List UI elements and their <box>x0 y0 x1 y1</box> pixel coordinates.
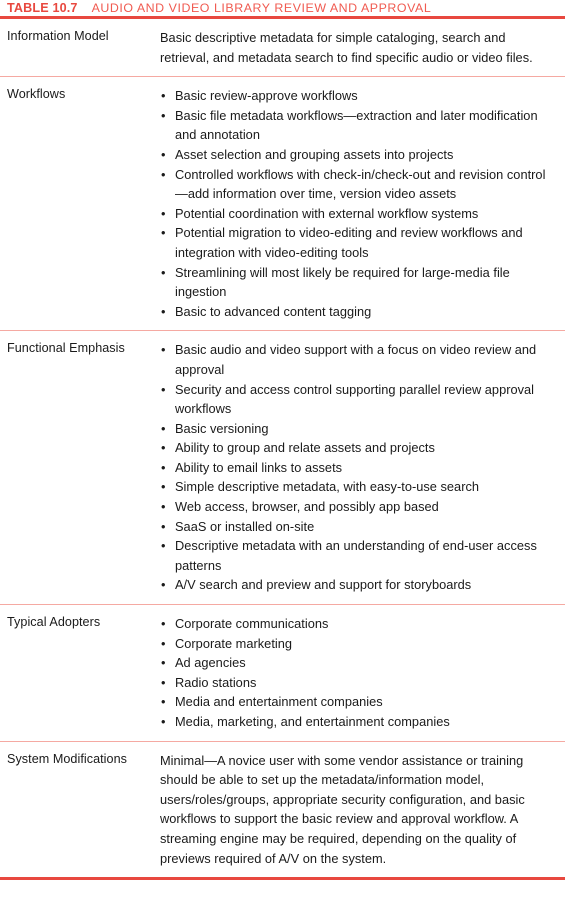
bullet-item: • Ability to email links to assets <box>160 458 557 478</box>
row-content: Minimal—A novice user with some vendor a… <box>160 751 565 869</box>
bullet-text: Descriptive metadata with an understandi… <box>175 538 537 573</box>
bullet-item: • Corporate marketing <box>160 634 557 654</box>
bullet-text: Web access, browser, and possibly app ba… <box>175 499 439 515</box>
bullet-text: SaaS or installed on-site <box>175 518 315 534</box>
bullet-item: • Streamlining will most likely be requir… <box>160 263 557 302</box>
bullet-text: Radio stations <box>175 674 257 690</box>
bullet-item: • Simple descriptive metadata, with easy-… <box>160 477 557 497</box>
bullet-list: • Corporate communications • Corporate mark… <box>160 614 557 732</box>
bullet-text: Simple descriptive metadata, with easy-t… <box>175 479 480 495</box>
bullet-text: Basic to advanced content tagging <box>175 303 372 319</box>
table-container: TABLE 10.7 AUDIO AND VIDEO LIBRARY REVIE… <box>0 0 565 881</box>
bullet-icon: • <box>161 655 166 671</box>
bullet-icon: • <box>161 694 166 710</box>
bullet-icon: • <box>161 538 166 554</box>
row-label: System Modifications <box>7 751 127 766</box>
bullet-item: • Security and access control supporting … <box>160 380 557 419</box>
bullet-icon: • <box>161 499 166 515</box>
bullet-text: Basic file metadata workflows—extraction… <box>175 107 538 143</box>
bullet-item: • Ability to group and relate assets and … <box>160 438 557 458</box>
bullet-item: • Corporate communications <box>160 614 557 634</box>
bullet-text: Basic review-approve workflows <box>175 88 358 104</box>
bullet-list: • Basic review-approve workflows • Basic fi… <box>160 86 557 321</box>
bullet-item: • Basic versioning <box>160 419 557 439</box>
bullet-icon: • <box>161 342 166 358</box>
row-content: • Basic review-approve workflows • Basic fi… <box>160 86 565 321</box>
bullet-icon: • <box>161 205 166 221</box>
bullet-item: • Basic file metadata workflows—extractio… <box>160 106 557 145</box>
bullet-icon: • <box>161 88 166 104</box>
table-number: TABLE 10.7 <box>7 1 78 15</box>
row-label: Typical Adopters <box>7 615 101 630</box>
bullet-text: A/V search and preview and support for s… <box>175 577 472 593</box>
bullet-item: • Potential migration to video-editing an… <box>160 223 557 262</box>
table-row: Functional Emphasis • Basic audio and vide… <box>0 331 565 604</box>
bullet-icon: • <box>161 518 166 534</box>
row-content: Basic descriptive metadata for simple ca… <box>160 28 565 67</box>
bullet-item: • Basic audio and video support with a fo… <box>160 340 557 379</box>
table-row: Typical Adopters • Corporate communication… <box>0 605 565 741</box>
row-label: Functional Emphasis <box>7 341 125 356</box>
bullet-icon: • <box>161 635 166 651</box>
bullet-text: Ability to email links to assets <box>175 459 343 475</box>
table-body: Information Model Basic descriptive metad… <box>0 19 565 877</box>
bullet-text: Ad agencies <box>175 655 246 671</box>
bullet-item: • Media and entertainment companies <box>160 692 557 712</box>
bullet-icon: • <box>161 166 166 182</box>
bullet-item: • Basic review-approve workflows <box>160 86 557 106</box>
bullet-item: • SaaS or installed on-site <box>160 517 557 537</box>
bullet-icon: • <box>161 381 166 397</box>
bullet-text: Security and access control supporting p… <box>175 381 535 417</box>
bullet-icon: • <box>161 714 166 729</box>
bullet-item: • Basic to advanced content tagging <box>160 302 557 322</box>
bullet-text: Streamlining will most likely be require… <box>175 264 510 300</box>
row-content: • Corporate communications • Corporate mark… <box>160 614 565 732</box>
bullet-item: • Media, marketing, and entertainment com… <box>160 712 557 732</box>
bullet-icon: • <box>161 616 166 632</box>
bullet-icon: • <box>161 303 166 319</box>
row-content: • Basic audio and video support with a fo… <box>160 340 565 595</box>
bullet-item: • Asset selection and grouping assets int… <box>160 145 557 165</box>
bullet-icon: • <box>161 577 166 593</box>
bullet-icon: • <box>161 420 166 436</box>
bullet-text: Potential coordination with external wor… <box>175 205 479 221</box>
table-row: Workflows • Basic review-approve workflows… <box>0 77 565 330</box>
bullet-item: • Potential coordination with external wo… <box>160 204 557 224</box>
bullet-icon: • <box>161 225 166 241</box>
bullet-text: Ability to group and relate assets and p… <box>175 440 435 456</box>
bullet-item: • Ad agencies <box>160 653 557 673</box>
bullet-text: Potential migration to video-editing and… <box>175 225 523 260</box>
bullet-text: Asset selection and grouping assets into… <box>175 146 454 162</box>
table-caption: AUDIO AND VIDEO LIBRARY REVIEW AND APPRO… <box>91 1 432 15</box>
row-paragraph: Basic descriptive metadata for simple ca… <box>160 30 533 65</box>
bullet-icon: • <box>161 107 166 123</box>
bullet-item: • Descriptive metadata with an understand… <box>160 536 557 575</box>
bullet-item: • Controlled workflows with check-in/chec… <box>160 165 557 204</box>
bullet-text: Basic audio and video support with a foc… <box>175 342 537 377</box>
table-row: Information Model Basic descriptive metad… <box>0 19 565 76</box>
bullet-text: Corporate communications <box>175 616 329 632</box>
bullet-item: • Web access, browser, and possibly app b… <box>160 497 557 517</box>
bullet-icon: • <box>161 264 166 280</box>
bullet-text: Controlled workflows with check-in/check… <box>175 166 546 202</box>
bullet-icon: • <box>161 674 166 690</box>
table-bottom-rule <box>0 877 565 881</box>
bullet-text: Media and entertainment companies <box>175 694 383 710</box>
row-label: Workflows <box>7 87 66 102</box>
row-label: Information Model <box>7 29 109 43</box>
bullet-item: • A/V search and preview and support for … <box>160 575 557 595</box>
bullet-item: • Radio stations <box>160 673 557 693</box>
bullet-icon: • <box>161 146 166 162</box>
bullet-icon: • <box>161 459 166 475</box>
table-row: System Modifications Minimal—A novice use… <box>0 742 565 878</box>
bullet-icon: • <box>161 440 166 456</box>
table-title: TABLE 10.7 AUDIO AND VIDEO LIBRARY REVIE… <box>0 0 565 16</box>
bullet-text: Corporate marketing <box>175 635 293 651</box>
bullet-text: Media, marketing, and entertainment comp… <box>175 714 450 729</box>
bullet-icon: • <box>161 479 166 495</box>
bullet-text: Basic versioning <box>175 420 269 436</box>
row-paragraph: Minimal—A novice user with some vendor a… <box>160 752 525 866</box>
bullet-list: • Basic audio and video support with a fo… <box>160 340 557 595</box>
